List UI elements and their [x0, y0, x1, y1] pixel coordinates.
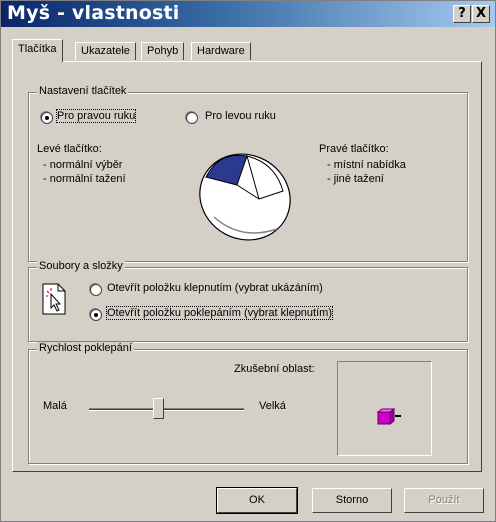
apply-button[interactable]: Použít: [404, 488, 484, 513]
right-button-heading: Pravé tlačítko:: [319, 143, 389, 155]
cancel-button-label: Storno: [335, 494, 369, 506]
close-button[interactable]: X: [472, 5, 490, 23]
test-area[interactable]: [337, 361, 432, 456]
ok-button[interactable]: OK: [216, 487, 298, 514]
left-button-line-2: - normální tažení: [43, 173, 126, 185]
button-configuration-title: Nastavení tlačítek: [37, 85, 129, 97]
double-click-radio[interactable]: [90, 309, 102, 321]
tab-pointers[interactable]: Ukazatele: [75, 42, 136, 60]
tab-buttons[interactable]: Tlačítka: [12, 39, 63, 62]
document-pointer-icon: [42, 283, 66, 315]
speed-fast-label: Velká: [259, 400, 286, 412]
files-folders-title: Soubory a složky: [37, 260, 125, 272]
speed-slow-label: Malá: [43, 400, 67, 412]
tab-hardware[interactable]: Hardware: [191, 42, 251, 60]
right-hand-radio[interactable]: [41, 112, 53, 124]
single-click-label[interactable]: Otevřít položku klepnutím (vybrat ukázán…: [107, 282, 323, 294]
ok-button-label: OK: [249, 494, 265, 506]
right-button-line-2: - jiné tažení: [327, 173, 384, 185]
left-hand-label[interactable]: Pro levou ruku: [205, 110, 276, 122]
double-click-speed-title: Rychlost poklepání: [37, 342, 134, 354]
files-folders-group: Soubory a složky Otevřít položku klepnut…: [28, 260, 468, 342]
cancel-button[interactable]: Storno: [312, 488, 392, 513]
tab-pointers-label: Ukazatele: [81, 45, 130, 57]
speed-slider-thumb[interactable]: [153, 398, 165, 419]
test-object-icon[interactable]: [376, 407, 402, 427]
tab-buttons-label: Tlačítka: [18, 43, 57, 55]
speed-slider-track[interactable]: [89, 408, 244, 411]
double-click-label[interactable]: Otevřít položku poklepáním (vybrat klepn…: [106, 306, 333, 320]
test-area-label: Zkušební oblast:: [234, 363, 315, 375]
mouse-illustration-icon: [199, 153, 291, 241]
right-hand-label[interactable]: Pro pravou ruku: [55, 109, 137, 123]
tab-motion[interactable]: Pohyb: [141, 42, 185, 60]
double-click-speed-group: Rychlost poklepání Malá Velká Zkušební o…: [28, 342, 468, 464]
title-bar[interactable]: Myš - vlastnosti ? X: [1, 1, 495, 27]
left-button-line-1: - normální výběr: [43, 159, 123, 171]
apply-button-label: Použít: [428, 494, 460, 506]
right-button-line-1: - místní nabídka: [327, 159, 406, 171]
help-button[interactable]: ?: [453, 5, 471, 23]
window-title: Myš - vlastnosti: [7, 2, 180, 24]
left-button-heading: Levé tlačítko:: [37, 143, 102, 155]
tab-hardware-label: Hardware: [197, 45, 245, 57]
left-hand-radio[interactable]: [186, 112, 198, 124]
single-click-radio[interactable]: [90, 284, 102, 296]
tab-panel-buttons: Nastavení tlačítek Pro pravou ruku Pro l…: [12, 61, 482, 472]
help-icon: ?: [458, 6, 466, 21]
close-icon: X: [475, 6, 487, 21]
tab-motion-label: Pohyb: [147, 45, 179, 57]
mouse-properties-dialog: Myš - vlastnosti ? X Tlačítka Ukazatele …: [0, 0, 496, 522]
button-configuration-group: Nastavení tlačítek Pro pravou ruku Pro l…: [28, 85, 468, 262]
